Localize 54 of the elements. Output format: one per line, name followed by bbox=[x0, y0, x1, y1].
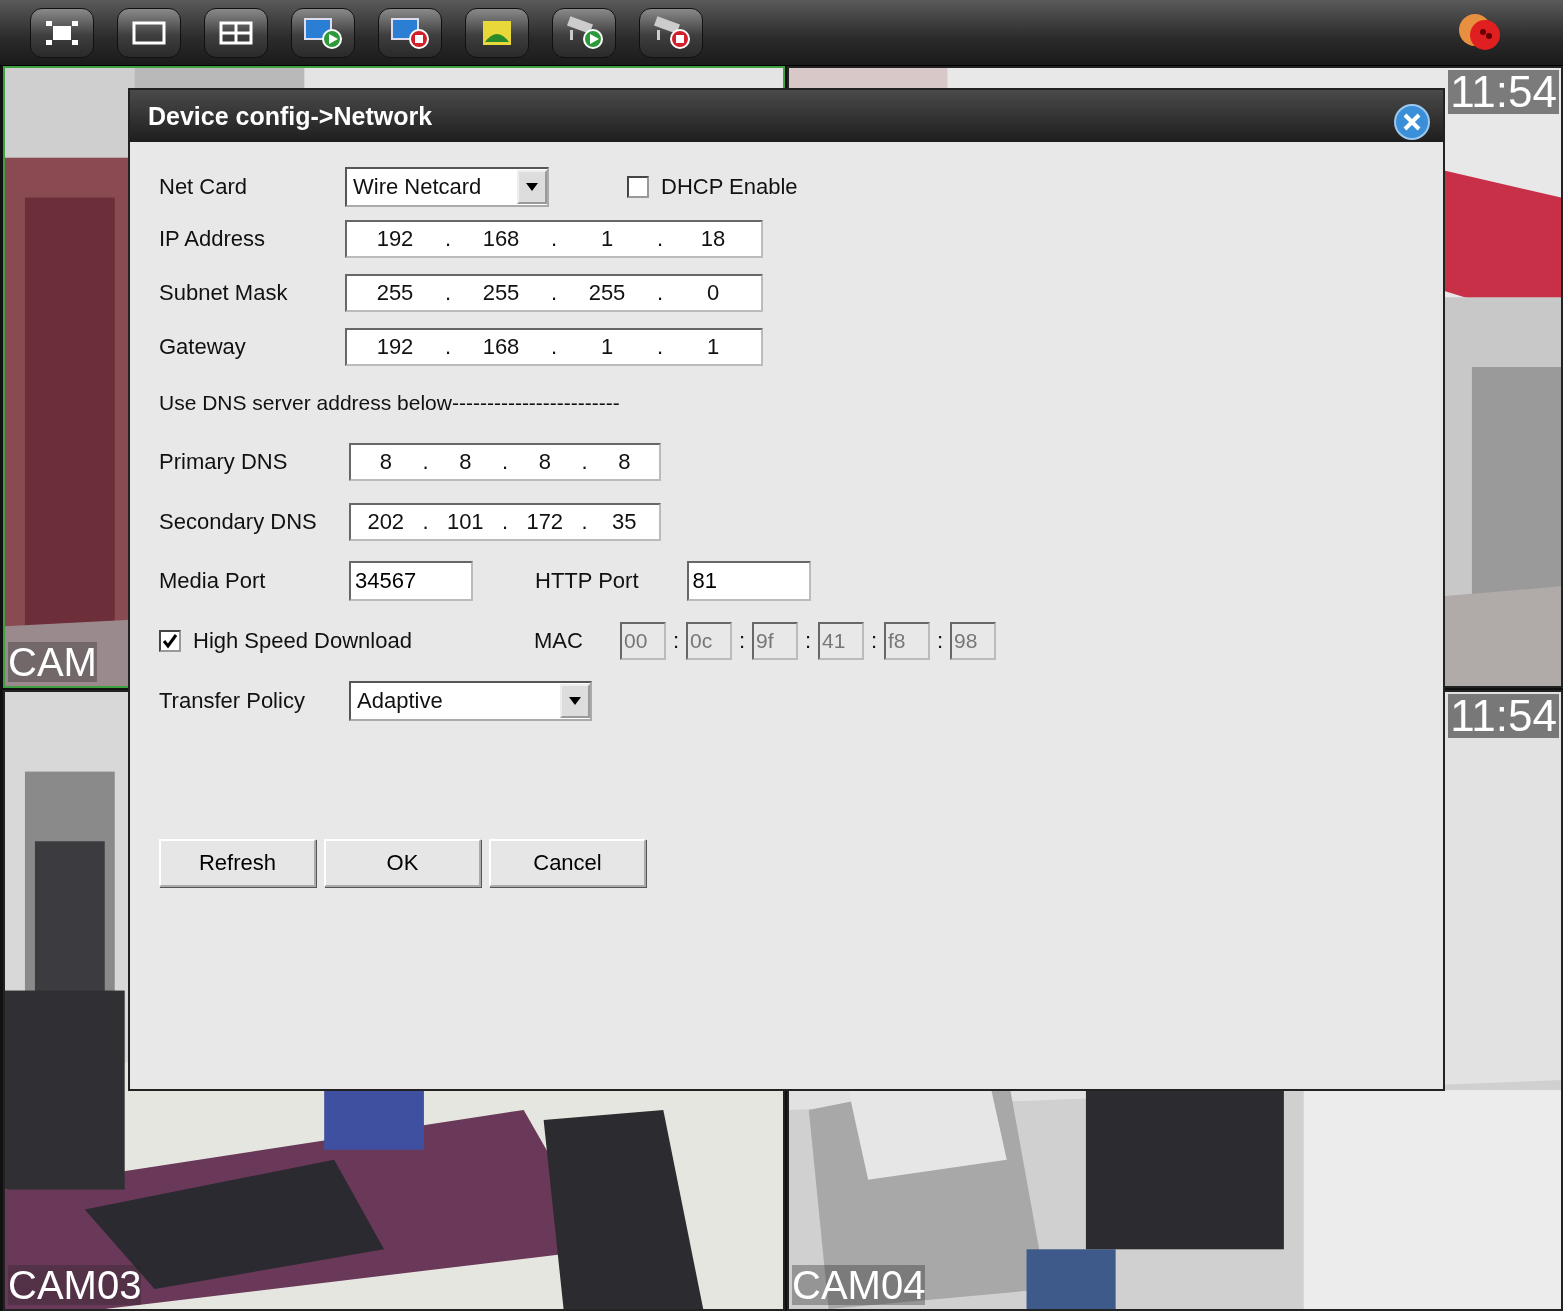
mac-field: 00 bbox=[620, 621, 666, 660]
ip-address-field[interactable]: 202 . 101 . 172 . 35 bbox=[349, 503, 661, 541]
ok-button[interactable]: OK bbox=[324, 839, 481, 887]
ip-address-field[interactable]: 8 . 8 . 8 . 8 bbox=[349, 443, 661, 481]
separator: : bbox=[869, 627, 879, 654]
close-icon[interactable] bbox=[1393, 103, 1431, 141]
separator: : bbox=[935, 627, 945, 654]
field-label: Transfer Policy bbox=[159, 688, 306, 714]
dropdown-arrow-icon bbox=[525, 182, 539, 192]
camera-label: CAM04 bbox=[792, 1265, 926, 1305]
single-view-icon[interactable] bbox=[117, 7, 181, 58]
grid-view-icon[interactable] bbox=[204, 7, 268, 58]
refresh-button[interactable]: Refresh bbox=[159, 839, 316, 887]
http-port-field[interactable]: 81 bbox=[686, 561, 811, 601]
field-label: Subnet Mask bbox=[159, 280, 289, 306]
separator: : bbox=[737, 627, 747, 654]
field-label: Media Port bbox=[159, 568, 267, 594]
dhcp-checkbox[interactable]: DHCP Enable bbox=[627, 174, 798, 200]
high-speed-checkbox[interactable]: High Speed Download bbox=[159, 627, 534, 654]
fullscreen-icon[interactable] bbox=[30, 7, 94, 58]
camera-stop-icon[interactable] bbox=[639, 7, 703, 58]
mac-field: 41 bbox=[818, 621, 864, 660]
dialog-title: Device config->Network bbox=[148, 101, 433, 131]
net-card-dropdown[interactable]: Wire Netcard bbox=[345, 167, 549, 207]
cancel-button[interactable]: Cancel bbox=[489, 839, 646, 887]
media-port-field[interactable]: 34567 bbox=[349, 561, 473, 601]
timestamp: 11:54 bbox=[1448, 70, 1559, 114]
monitor-stop-icon[interactable] bbox=[378, 7, 442, 58]
mac-field: f8 bbox=[884, 621, 930, 660]
field-label: Net Card bbox=[159, 174, 249, 200]
camera-label: CAM03 bbox=[8, 1265, 142, 1305]
field-label: Gateway bbox=[159, 334, 247, 360]
mac-field: 98 bbox=[950, 621, 996, 660]
ip-address-field[interactable]: 192 . 168 . 1 . 18 bbox=[345, 220, 763, 258]
dropdown-arrow-icon bbox=[568, 696, 582, 706]
field-label: MAC bbox=[534, 627, 584, 654]
camera-play-icon[interactable] bbox=[552, 7, 616, 58]
timestamp: 11:54 bbox=[1448, 694, 1559, 738]
mac-field: 0c bbox=[686, 621, 732, 660]
field-label: Primary DNS bbox=[159, 449, 289, 475]
check-icon bbox=[161, 631, 179, 650]
camera-label: CAM bbox=[8, 642, 97, 682]
field-label: IP Address bbox=[159, 226, 266, 252]
field-label: HTTP Port bbox=[535, 568, 639, 594]
monitor-play-icon[interactable] bbox=[291, 7, 355, 58]
field-label: Secondary DNS bbox=[159, 509, 318, 535]
separator: : bbox=[803, 627, 813, 654]
ip-address-field[interactable]: 192 . 168 . 1 . 1 bbox=[345, 328, 763, 366]
mac-field: 9f bbox=[752, 621, 798, 660]
transfer-policy-dropdown[interactable]: Adaptive bbox=[349, 681, 592, 721]
ip-address-field[interactable]: 255 . 255 . 255 . 0 bbox=[345, 274, 763, 312]
dns-note: Use DNS server address below------------------------ bbox=[159, 391, 620, 415]
separator: : bbox=[671, 627, 681, 654]
image-icon[interactable] bbox=[465, 7, 529, 58]
